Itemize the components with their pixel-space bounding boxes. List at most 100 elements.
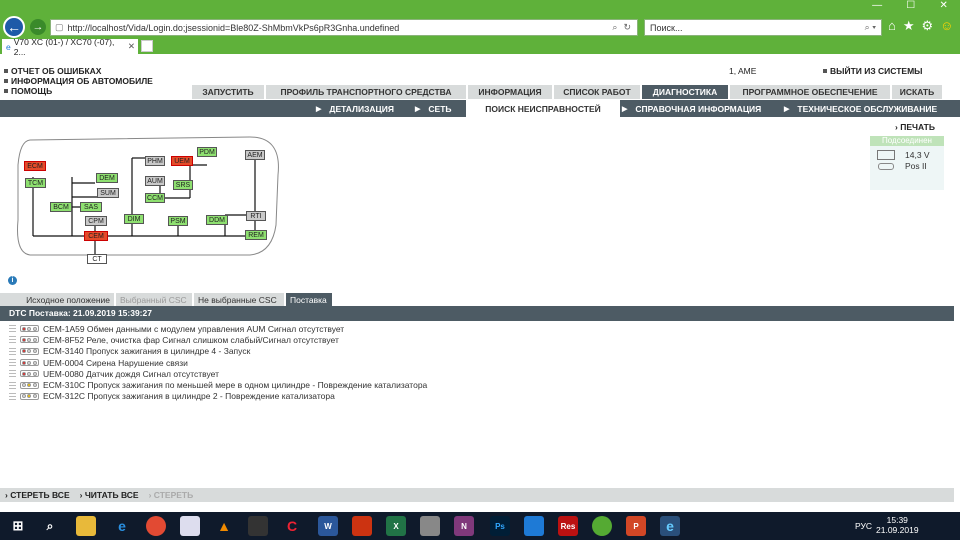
ccleaner-icon[interactable]: C [282,516,302,536]
dtc-row[interactable]: CEM-1A59 Обмен данными с модулем управле… [9,323,909,334]
tab-work-list[interactable]: СПИСОК РАБОТ [554,85,640,99]
tab-search[interactable]: ИСКАТЬ [892,85,942,99]
utorrent-icon[interactable] [592,516,612,536]
resource-hacker-icon[interactable]: Res [558,516,578,536]
node-uem[interactable]: UEM [171,156,193,166]
search-input[interactable]: Поиск... ⌕ ▾ [644,19,882,36]
node-ccm[interactable]: CCM [145,193,165,203]
tab-initial-state[interactable]: Исходное положение [0,293,114,306]
node-dim[interactable]: DIM [124,214,144,224]
node-dem[interactable]: DEM [96,173,118,183]
drag-handle-icon[interactable] [9,347,16,355]
node-aum[interactable]: AUM [145,176,165,186]
top-link-error-report[interactable]: ОТЧЕТ ОБ ОШИБКАХ [4,66,153,76]
dtc-row[interactable]: ECM-312C Пропуск зажигания в цилиндре 2 … [9,391,909,402]
file-explorer-icon[interactable] [76,516,96,536]
info-icon[interactable]: i [8,276,17,285]
tab-diagnostics[interactable]: ДИАГНОСТИКА [642,85,728,99]
node-psm[interactable]: PSM [168,216,188,226]
node-cem[interactable]: CEM [84,231,108,241]
terminal-icon[interactable] [248,516,268,536]
node-sum[interactable]: SUM [97,188,119,198]
clear-button[interactable]: › СТЕРЕТЬ [149,490,194,500]
close-tab-icon[interactable]: ✕ [128,41,138,52]
clock[interactable]: 15:39 21.09.2019 [876,515,919,535]
drag-handle-icon[interactable] [9,381,16,389]
clear-all-button[interactable]: › СТЕРЕТЬ ВСЕ [5,490,70,500]
address-bar[interactable]: ▢ http://localhost/Vida/Login.do;jsessio… [50,19,638,36]
windows-start-icon[interactable]: ⊞ [8,516,28,536]
node-srs[interactable]: SRS [173,180,193,190]
node-tcm[interactable]: TCM [25,178,46,188]
tab-vehicle-profile[interactable]: ПРОФИЛЬ ТРАНСПОРТНОГО СРЕДСТВА [266,85,466,99]
node-ct[interactable]: CT [87,254,107,264]
close-icon[interactable]: ✕ [939,0,947,14]
ie-icon[interactable]: e [660,516,680,536]
dtc-row[interactable]: CEM-8F52 Реле, очистка фар Сигнал слишко… [9,334,909,345]
onenote-icon[interactable]: N [454,516,474,536]
refresh-icon[interactable]: ↻ [623,22,631,33]
subtab-fault-search[interactable]: ПОИСК НЕИСПРАВНОСТЕЙ [466,100,620,117]
favorites-icon[interactable]: ★ [903,18,915,34]
dtc-row[interactable]: UEM-0080 Датчик дождя Сигнал отсутствует [9,368,909,379]
maximize-icon[interactable]: ☐ [906,0,915,14]
tab-information[interactable]: ИНФОРМАЦИЯ [468,85,552,99]
dtc-row[interactable]: UEM-0004 Сирена Нарушение связи [9,357,909,368]
tab-start[interactable]: ЗАПУСТИТЬ [192,85,264,99]
node-pdm[interactable]: PDM [197,147,217,157]
node-rem[interactable]: REM [245,230,267,240]
new-tab-button[interactable] [141,40,153,52]
photoshop-icon[interactable]: Ps [490,516,510,536]
subtab-reference-info[interactable]: ▶ СПРАВОЧНАЯ ИНФОРМАЦИЯ [622,100,761,117]
home-icon[interactable]: ⌂ [888,18,896,34]
back-button[interactable]: ← [3,16,25,38]
top-link-help[interactable]: ПОМОЩЬ [4,86,153,96]
excel-icon[interactable]: X [386,516,406,536]
window-controls: — ☐ ✕ [860,0,960,14]
tab-selected-csc[interactable]: Выбранный CSC [116,293,192,306]
calculator-icon[interactable] [420,516,440,536]
search-icon[interactable]: ⌕ ▾ [865,22,881,33]
node-phm[interactable]: PHM [145,156,165,166]
subtab-maintenance[interactable]: ▶ ТЕХНИЧЕСКОЕ ОБСЛУЖИВАНИЕ [784,100,937,117]
subtab-details[interactable]: ▶ ДЕТАЛИЗАЦИЯ [316,100,394,117]
node-aem[interactable]: AEM [245,150,265,160]
app-icon[interactable] [524,516,544,536]
drag-handle-icon[interactable] [9,325,16,333]
logout-link[interactable]: ВЫЙТИ ИЗ СИСТЕМЫ [823,66,922,76]
node-ddm[interactable]: DDM [206,215,228,225]
mail-icon[interactable] [180,516,200,536]
read-all-button[interactable]: › ЧИТАТЬ ВСЕ [80,490,139,500]
node-sas[interactable]: SAS [80,202,102,212]
chrome-icon[interactable] [146,516,166,536]
tab-unselected-csc[interactable]: Не выбранные CSC [194,293,284,306]
drag-handle-icon[interactable] [9,370,16,378]
dtc-row[interactable]: ECM-310C Пропуск зажигания по меньшей ме… [9,379,909,390]
word-icon[interactable]: W [318,516,338,536]
vlc-icon[interactable]: ▲ [214,516,234,536]
smiley-icon[interactable]: ☺ [940,18,953,34]
app-icon[interactable] [352,516,372,536]
minimize-icon[interactable]: — [872,0,882,14]
edge-icon[interactable]: e [112,516,132,536]
browser-tab[interactable]: e V70 XC (01-) / XC70 (-07), 2... ✕ [2,37,138,57]
dtc-row[interactable]: ECM-3140 Пропуск зажигания в цилиндре 4 … [9,346,909,357]
settings-icon[interactable]: ⚙ [922,18,934,34]
node-bcm[interactable]: BCM [50,202,72,212]
search-icon[interactable]: ⌕ [40,516,60,536]
node-cpm[interactable]: CPM [85,216,107,226]
print-link[interactable]: › ПЕЧАТЬ [895,122,935,132]
drag-handle-icon[interactable] [9,392,16,400]
search-icon[interactable]: ⌕ [612,22,617,33]
subtab-network[interactable]: ▶ СЕТЬ [415,100,452,117]
node-ecm[interactable]: ECM [24,161,46,171]
forward-button[interactable]: → [30,19,46,35]
language-indicator[interactable]: РУС [855,521,872,531]
tab-software[interactable]: ПРОГРАММНОЕ ОБЕСПЕЧЕНИЕ [730,85,890,99]
top-link-vehicle-info[interactable]: ИНФОРМАЦИЯ ОБ АВТОМОБИЛЕ [4,76,153,86]
drag-handle-icon[interactable] [9,359,16,367]
node-rti[interactable]: RTI [246,211,266,221]
powerpoint-icon[interactable]: P [626,516,646,536]
drag-handle-icon[interactable] [9,336,16,344]
tab-delivery[interactable]: Поставка [286,293,332,306]
